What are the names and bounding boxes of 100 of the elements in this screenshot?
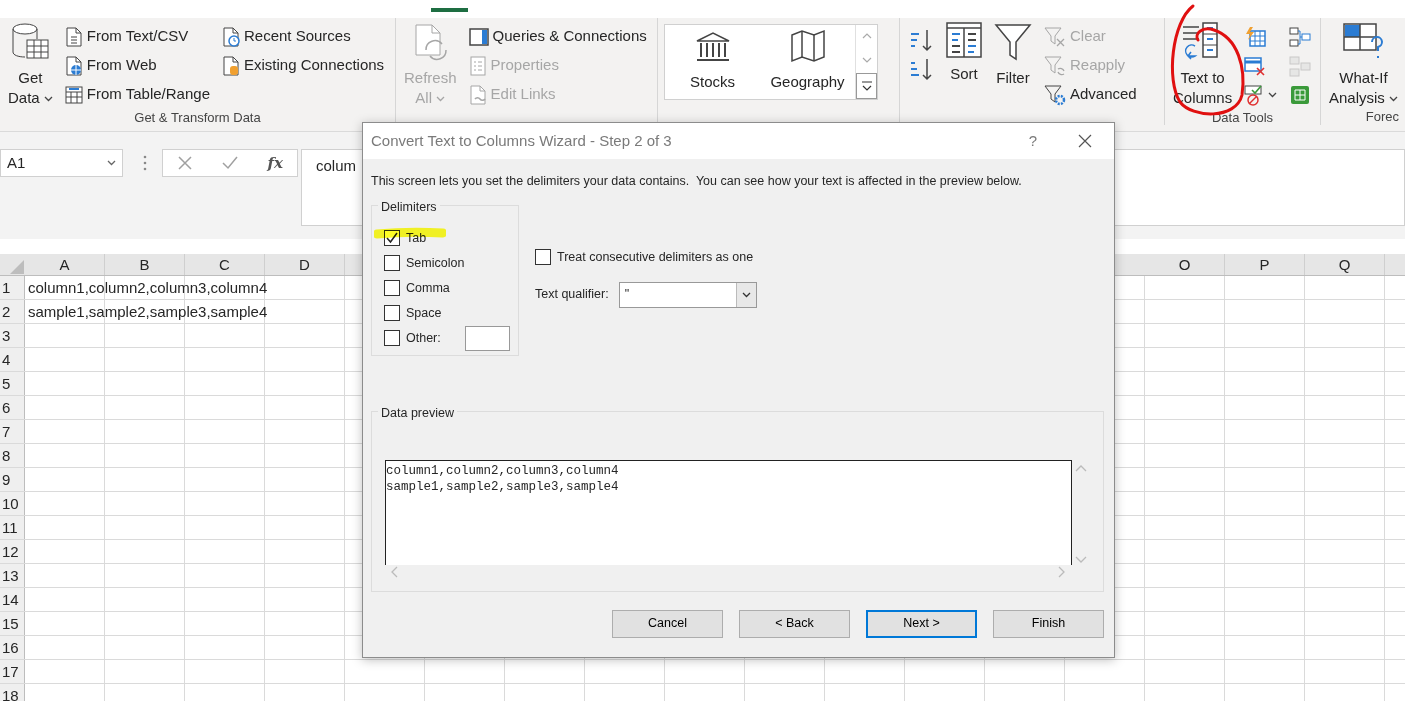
checkbox-label: Other: (406, 329, 441, 347)
filter-refresh-icon (1044, 54, 1066, 77)
checkbox[interactable] (384, 330, 400, 347)
dialog-title: Convert Text to Columns Wizard - Step 2 of 3 (371, 130, 673, 151)
row-header[interactable]: 16 (0, 636, 25, 659)
database-document-icon (222, 55, 240, 76)
database-icon (10, 22, 51, 62)
flash-fill-icon (1244, 25, 1267, 48)
row-header[interactable]: 3 (0, 324, 25, 347)
map-icon (789, 28, 826, 63)
ribbon-button[interactable]: Existing Connections (220, 51, 387, 80)
help-button[interactable]: ? (1010, 128, 1056, 154)
row-header[interactable]: 14 (0, 588, 25, 611)
gallery-item[interactable]: Geography (760, 25, 855, 99)
ribbon-button[interactable]: From Table/Range (62, 80, 212, 109)
scroll-up-icon[interactable] (1075, 463, 1087, 472)
relationships-icon (1289, 54, 1312, 77)
ribbon-button[interactable]: Filter (992, 22, 1034, 108)
more-icon (860, 81, 873, 91)
data-model-icon (1289, 83, 1312, 106)
row-header[interactable]: 10 (0, 492, 25, 515)
checkbox-label: Treat consecutive delimiters as one (557, 248, 754, 266)
group-label: Forec (1364, 108, 1399, 126)
row-header[interactable]: 15 (0, 612, 25, 635)
drag-handle-icon (143, 155, 147, 171)
column-header[interactable]: Q (1305, 254, 1385, 275)
consolidate-icon (1289, 25, 1312, 48)
caret-icon (741, 291, 751, 298)
ribbon-button[interactable]: From Web (62, 51, 212, 80)
qualifier-dropdown[interactable]: " (618, 281, 757, 308)
list-icon (468, 55, 487, 76)
row-header[interactable]: 18 (0, 684, 25, 701)
sort-grid-icon (946, 22, 982, 58)
row-header[interactable]: 2 (0, 300, 25, 323)
ribbon-button[interactable]: From Text/CSV (62, 22, 212, 51)
checkbox[interactable] (384, 280, 400, 297)
gallery-item[interactable]: Stocks (665, 25, 760, 99)
ribbon-button[interactable]: Recent Sources (220, 22, 387, 51)
dialog-button[interactable]: < Back (739, 609, 850, 638)
cancel-icon[interactable] (177, 155, 194, 171)
column-header[interactable]: C (185, 254, 265, 275)
ribbon-button[interactable]: Sort (944, 22, 984, 104)
ribbon-button[interactable]: Queries & Connections (466, 22, 649, 51)
row-header[interactable]: 1 (0, 276, 25, 299)
active-tab-indicator (431, 8, 468, 12)
close-icon (1078, 134, 1092, 148)
checkbox[interactable] (384, 305, 400, 322)
field-label: Text qualifier: (535, 286, 609, 304)
row-header[interactable]: 12 (0, 540, 25, 563)
instruction-text: This screen lets you set the delimiters your data contains. You can see how your text is affected in the preview below. (371, 173, 1023, 190)
other-delimiter-field[interactable] (464, 325, 510, 351)
row-header[interactable]: 4 (0, 348, 25, 371)
checkbox[interactable] (535, 249, 551, 266)
scroll-right-icon[interactable] (1058, 565, 1066, 578)
column-header[interactable]: O (1145, 254, 1225, 275)
row-header[interactable]: 8 (0, 444, 25, 467)
checkbox-label: Semicolon (406, 254, 465, 272)
ribbon-button[interactable]: What-If Analysis (1327, 22, 1401, 108)
name-box-text: A1 (7, 152, 26, 173)
clock-document-icon (222, 26, 240, 47)
row-header[interactable]: 7 (0, 420, 25, 443)
filter-clear-icon (1044, 25, 1066, 48)
dialog-button[interactable]: Next > (866, 609, 977, 638)
table-icon (64, 84, 83, 105)
dialog-button[interactable]: Cancel (612, 609, 723, 638)
row-header[interactable]: 17 (0, 660, 25, 683)
name-box[interactable]: A1 (0, 149, 123, 177)
insert-function-button[interactable]: fx (267, 151, 283, 175)
enter-icon[interactable] (221, 155, 240, 171)
filter-icon (994, 22, 1032, 62)
checkbox-label: Space (406, 304, 442, 322)
column-header[interactable]: A (25, 254, 105, 275)
row-header[interactable]: 6 (0, 396, 25, 419)
row-header[interactable]: 9 (0, 468, 25, 491)
row-header[interactable]: 11 (0, 516, 25, 539)
group-label: Get & Transform Data (133, 109, 262, 127)
dialog-button[interactable]: Finish (993, 609, 1104, 638)
gallery-more-button[interactable] (856, 73, 877, 99)
sort-descending-icon (908, 56, 934, 83)
row-header[interactable]: 5 (0, 372, 25, 395)
bank-icon (694, 30, 731, 63)
link-document-icon (468, 84, 487, 105)
document-icon (64, 26, 83, 47)
column-header[interactable]: B (105, 254, 185, 275)
preview-line: sample1,sample2,sample3,sample4 (386, 478, 620, 495)
checkbox-label: Comma (406, 279, 450, 297)
formula-text: colum (316, 157, 356, 174)
filter-gear-icon (1044, 83, 1066, 106)
column-header[interactable]: D (265, 254, 345, 275)
checkbox[interactable] (384, 255, 400, 272)
caret-icon (107, 160, 116, 166)
column-header[interactable]: P (1225, 254, 1305, 275)
ribbon-button[interactable]: Get Data (6, 22, 55, 108)
remove-duplicates-icon (1244, 54, 1267, 77)
cell-text: column1,column2,column3,column4 (28, 279, 268, 296)
scroll-down-icon[interactable] (1075, 555, 1087, 564)
row-header[interactable]: 13 (0, 564, 25, 587)
scroll-left-icon[interactable] (390, 565, 398, 578)
cell-text: sample1,sample2,sample3,sample4 (28, 303, 268, 320)
ribbon-button[interactable]: Advanced (1042, 80, 1139, 109)
